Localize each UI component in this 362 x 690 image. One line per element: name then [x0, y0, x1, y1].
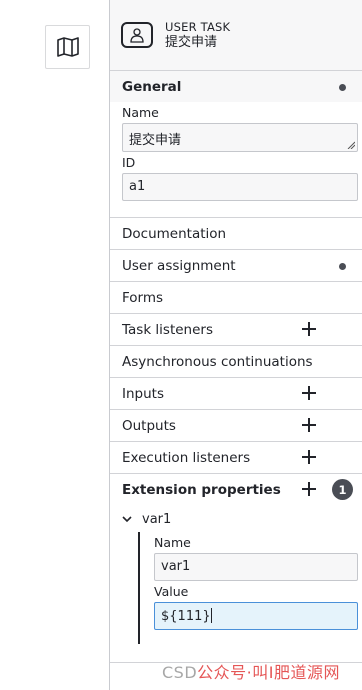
- documentation-group-header[interactable]: Documentation: [110, 218, 362, 250]
- count-badge: 1: [332, 479, 353, 500]
- property-name-label: Name: [154, 535, 191, 550]
- general-group-header[interactable]: General: [110, 71, 362, 102]
- watermark-text: 公众号·叫I肥道源网: [197, 663, 340, 682]
- extension-property-item-header[interactable]: var1: [122, 506, 362, 532]
- extension-properties-group: Extension properties 1 var1 Name var1 Va…: [110, 474, 362, 644]
- id-input-value: a1: [129, 179, 146, 194]
- forms-group-title: Forms: [122, 289, 164, 306]
- chevron-down-icon[interactable]: [122, 514, 132, 524]
- general-group: General Name 提交申请 ID a1: [110, 71, 362, 218]
- task-listeners-group-header[interactable]: Task listeners: [110, 314, 362, 346]
- inputs-group-title: Inputs: [122, 385, 164, 402]
- element-name-label: 提交申请: [165, 35, 218, 50]
- map-icon: [56, 37, 79, 57]
- plus-icon[interactable]: [302, 386, 316, 400]
- execution-listeners-group-header[interactable]: Execution listeners: [110, 442, 362, 474]
- panel-header: USER TASK 提交申请: [110, 0, 362, 71]
- property-name-value: var1: [161, 559, 191, 574]
- inputs-group-header[interactable]: Inputs: [110, 378, 362, 410]
- canvas-area: [0, 0, 110, 690]
- property-name-input[interactable]: var1: [154, 553, 358, 581]
- properties-panel: USER TASK 提交申请 General Name 提交申请 ID a1 D…: [109, 0, 362, 690]
- task-listeners-group-title: Task listeners: [122, 321, 214, 338]
- name-textarea[interactable]: 提交申请: [122, 123, 358, 152]
- name-textarea-value: 提交申请: [129, 133, 182, 148]
- text-caret: [210, 608, 212, 623]
- user-assignment-group-header[interactable]: User assignment: [110, 250, 362, 282]
- forms-group-header[interactable]: Forms: [110, 282, 362, 314]
- extension-property-item: var1 Name var1 Value ${111}: [110, 506, 362, 644]
- outputs-group-header[interactable]: Outputs: [110, 410, 362, 442]
- async-continuations-group-title: Asynchronous continuations: [122, 353, 313, 370]
- name-label: Name: [122, 105, 159, 120]
- documentation-group-title: Documentation: [122, 225, 227, 242]
- async-continuations-group-header[interactable]: Asynchronous continuations: [110, 346, 362, 378]
- user-task-icon: [121, 22, 153, 48]
- extension-properties-group-header[interactable]: Extension properties 1: [110, 474, 362, 506]
- watermark: CSD公众号·叫I肥道源网: [162, 659, 340, 683]
- extension-properties-group-title: Extension properties: [122, 482, 281, 498]
- data-indicator-dot: [339, 84, 346, 91]
- property-value-input[interactable]: ${111}: [154, 602, 358, 630]
- plus-icon[interactable]: [302, 418, 316, 432]
- plus-icon[interactable]: [302, 322, 316, 336]
- plus-icon[interactable]: [302, 450, 316, 464]
- plus-icon[interactable]: [302, 482, 316, 496]
- execution-listeners-group-title: Execution listeners: [122, 449, 251, 466]
- outputs-group-title: Outputs: [122, 417, 176, 434]
- watermark-prefix: CSD: [162, 663, 198, 682]
- property-value-value: ${111}: [161, 609, 211, 624]
- resize-handle-icon[interactable]: [347, 141, 355, 149]
- minimap-toggle-button[interactable]: [45, 25, 90, 69]
- element-type-label: USER TASK: [165, 20, 231, 34]
- data-indicator-dot: [339, 263, 346, 270]
- general-group-title: General: [122, 78, 182, 95]
- extension-property-item-title: var1: [142, 511, 172, 527]
- property-value-label: Value: [154, 584, 189, 599]
- user-assignment-group-title: User assignment: [122, 257, 236, 274]
- id-input[interactable]: a1: [122, 173, 358, 201]
- id-label: ID: [122, 155, 136, 170]
